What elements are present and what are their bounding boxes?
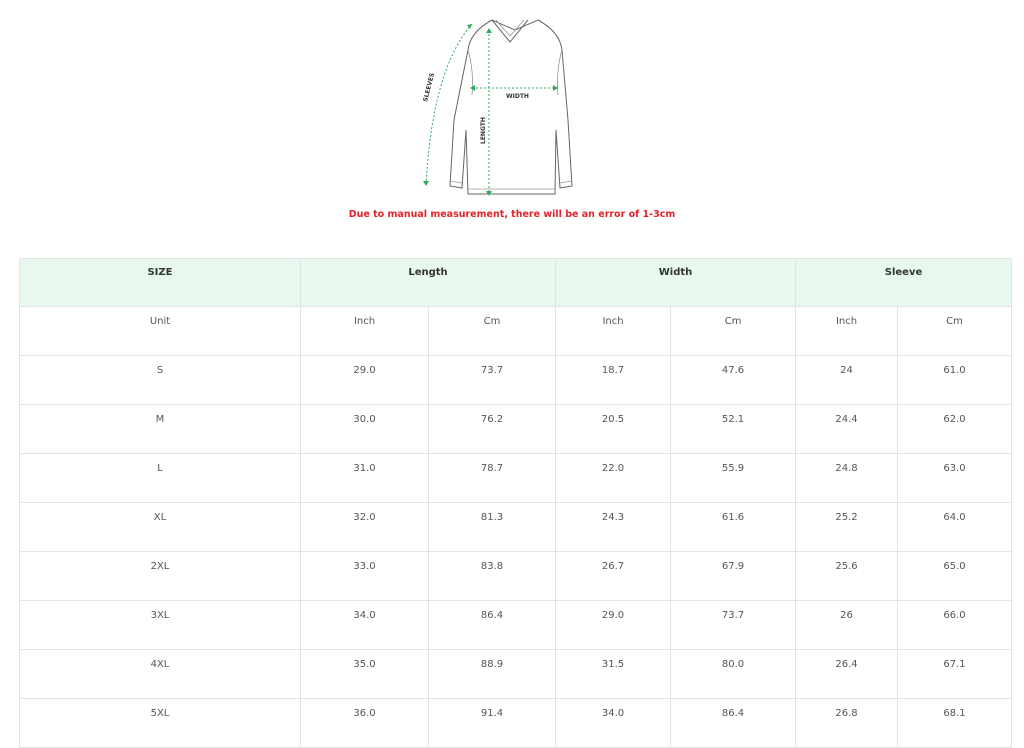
table-row: XL 32.0 81.3 24.3 61.6 25.2 64.0 xyxy=(19,502,1013,552)
unit-cell: Cm xyxy=(669,306,797,356)
sleeve-inch-cell: 26 xyxy=(795,600,899,650)
size-cell: M xyxy=(19,404,301,454)
width-inch-cell: 26.7 xyxy=(555,551,671,601)
width-inch-cell: 34.0 xyxy=(555,698,671,748)
sleeves-label: SLEEVES xyxy=(422,72,436,102)
sleeve-inch-cell: 25.6 xyxy=(795,551,899,601)
sleeve-inch-cell: 26.4 xyxy=(795,649,899,699)
length-label: LENGTH xyxy=(480,117,487,144)
length-inch-cell: 34.0 xyxy=(300,600,429,650)
size-cell: 3XL xyxy=(19,600,301,650)
length-cm-cell: 83.8 xyxy=(428,551,556,601)
width-inch-cell: 22.0 xyxy=(555,453,671,503)
header-length: Length xyxy=(300,258,556,307)
sleeve-cm-cell: 63.0 xyxy=(897,453,1013,503)
measurement-error-note: Due to manual measurement, there will be… xyxy=(348,209,676,220)
length-inch-cell: 31.0 xyxy=(300,453,429,503)
width-inch-cell: 24.3 xyxy=(555,502,671,552)
sleeve-inch-cell: 26.8 xyxy=(795,698,899,748)
table-row: M 30.0 76.2 20.5 52.1 24.4 62.0 xyxy=(19,404,1013,454)
width-cm-cell: 86.4 xyxy=(669,698,797,748)
size-cell: 4XL xyxy=(19,649,301,699)
sleeve-cm-cell: 61.0 xyxy=(897,355,1013,405)
length-inch-cell: 32.0 xyxy=(300,502,429,552)
sleeve-cm-cell: 68.1 xyxy=(897,698,1013,748)
length-cm-cell: 78.7 xyxy=(428,453,556,503)
length-inch-cell: 29.0 xyxy=(300,355,429,405)
width-cm-cell: 80.0 xyxy=(669,649,797,699)
sleeve-inch-cell: 24 xyxy=(795,355,899,405)
size-cell: 2XL xyxy=(19,551,301,601)
unit-cell: Cm xyxy=(428,306,556,356)
length-inch-cell: 33.0 xyxy=(300,551,429,601)
length-cm-cell: 76.2 xyxy=(428,404,556,454)
sleeve-cm-cell: 62.0 xyxy=(897,404,1013,454)
width-cm-cell: 73.7 xyxy=(669,600,797,650)
width-label: WIDTH xyxy=(506,93,529,100)
sleeve-cm-cell: 66.0 xyxy=(897,600,1013,650)
length-inch-cell: 35.0 xyxy=(300,649,429,699)
table-row: 3XL 34.0 86.4 29.0 73.7 26 66.0 xyxy=(19,600,1013,650)
width-inch-cell: 20.5 xyxy=(555,404,671,454)
width-cm-cell: 47.6 xyxy=(669,355,797,405)
sleeve-cm-cell: 67.1 xyxy=(897,649,1013,699)
table-row: 4XL 35.0 88.9 31.5 80.0 26.4 67.1 xyxy=(19,649,1013,699)
unit-cell: Inch xyxy=(300,306,429,356)
sleeve-inch-cell: 24.8 xyxy=(795,453,899,503)
sleeve-cm-cell: 64.0 xyxy=(897,502,1013,552)
unit-cell: Inch xyxy=(795,306,899,356)
table-row: 5XL 36.0 91.4 34.0 86.4 26.8 68.1 xyxy=(19,698,1013,748)
table-row: 2XL 33.0 83.8 26.7 67.9 25.6 65.0 xyxy=(19,551,1013,601)
unit-cell: Unit xyxy=(19,306,301,356)
table-header-row: SIZE Length Width Sleeve xyxy=(19,258,1013,307)
width-inch-cell: 31.5 xyxy=(555,649,671,699)
size-cell: S xyxy=(19,355,301,405)
length-inch-cell: 36.0 xyxy=(300,698,429,748)
shirt-measurement-diagram: WIDTH LENGTH SLEEVES xyxy=(410,10,610,205)
unit-cell: Cm xyxy=(897,306,1013,356)
length-cm-cell: 81.3 xyxy=(428,502,556,552)
length-cm-cell: 91.4 xyxy=(428,698,556,748)
width-cm-cell: 52.1 xyxy=(669,404,797,454)
size-cell: XL xyxy=(19,502,301,552)
length-inch-cell: 30.0 xyxy=(300,404,429,454)
size-chart-table: SIZE Length Width Sleeve Unit Inch Cm In… xyxy=(19,258,1013,748)
shirt-illustration: WIDTH LENGTH SLEEVES xyxy=(422,19,573,196)
table-row: S 29.0 73.7 18.7 47.6 24 61.0 xyxy=(19,355,1013,405)
width-cm-cell: 61.6 xyxy=(669,502,797,552)
length-cm-cell: 73.7 xyxy=(428,355,556,405)
header-size: SIZE xyxy=(19,258,301,307)
table-row: L 31.0 78.7 22.0 55.9 24.8 63.0 xyxy=(19,453,1013,503)
length-cm-cell: 86.4 xyxy=(428,600,556,650)
header-width: Width xyxy=(554,258,797,307)
sleeve-cm-cell: 65.0 xyxy=(897,551,1013,601)
sleeve-inch-cell: 25.2 xyxy=(795,502,899,552)
unit-cell: Inch xyxy=(555,306,671,356)
width-cm-cell: 67.9 xyxy=(669,551,797,601)
size-cell: L xyxy=(19,453,301,503)
width-cm-cell: 55.9 xyxy=(669,453,797,503)
size-cell: 5XL xyxy=(19,698,301,748)
width-inch-cell: 29.0 xyxy=(555,600,671,650)
unit-row: Unit Inch Cm Inch Cm Inch Cm xyxy=(19,306,1013,356)
sleeve-inch-cell: 24.4 xyxy=(795,404,899,454)
width-inch-cell: 18.7 xyxy=(555,355,671,405)
header-sleeve: Sleeve xyxy=(795,258,1013,307)
length-cm-cell: 88.9 xyxy=(428,649,556,699)
